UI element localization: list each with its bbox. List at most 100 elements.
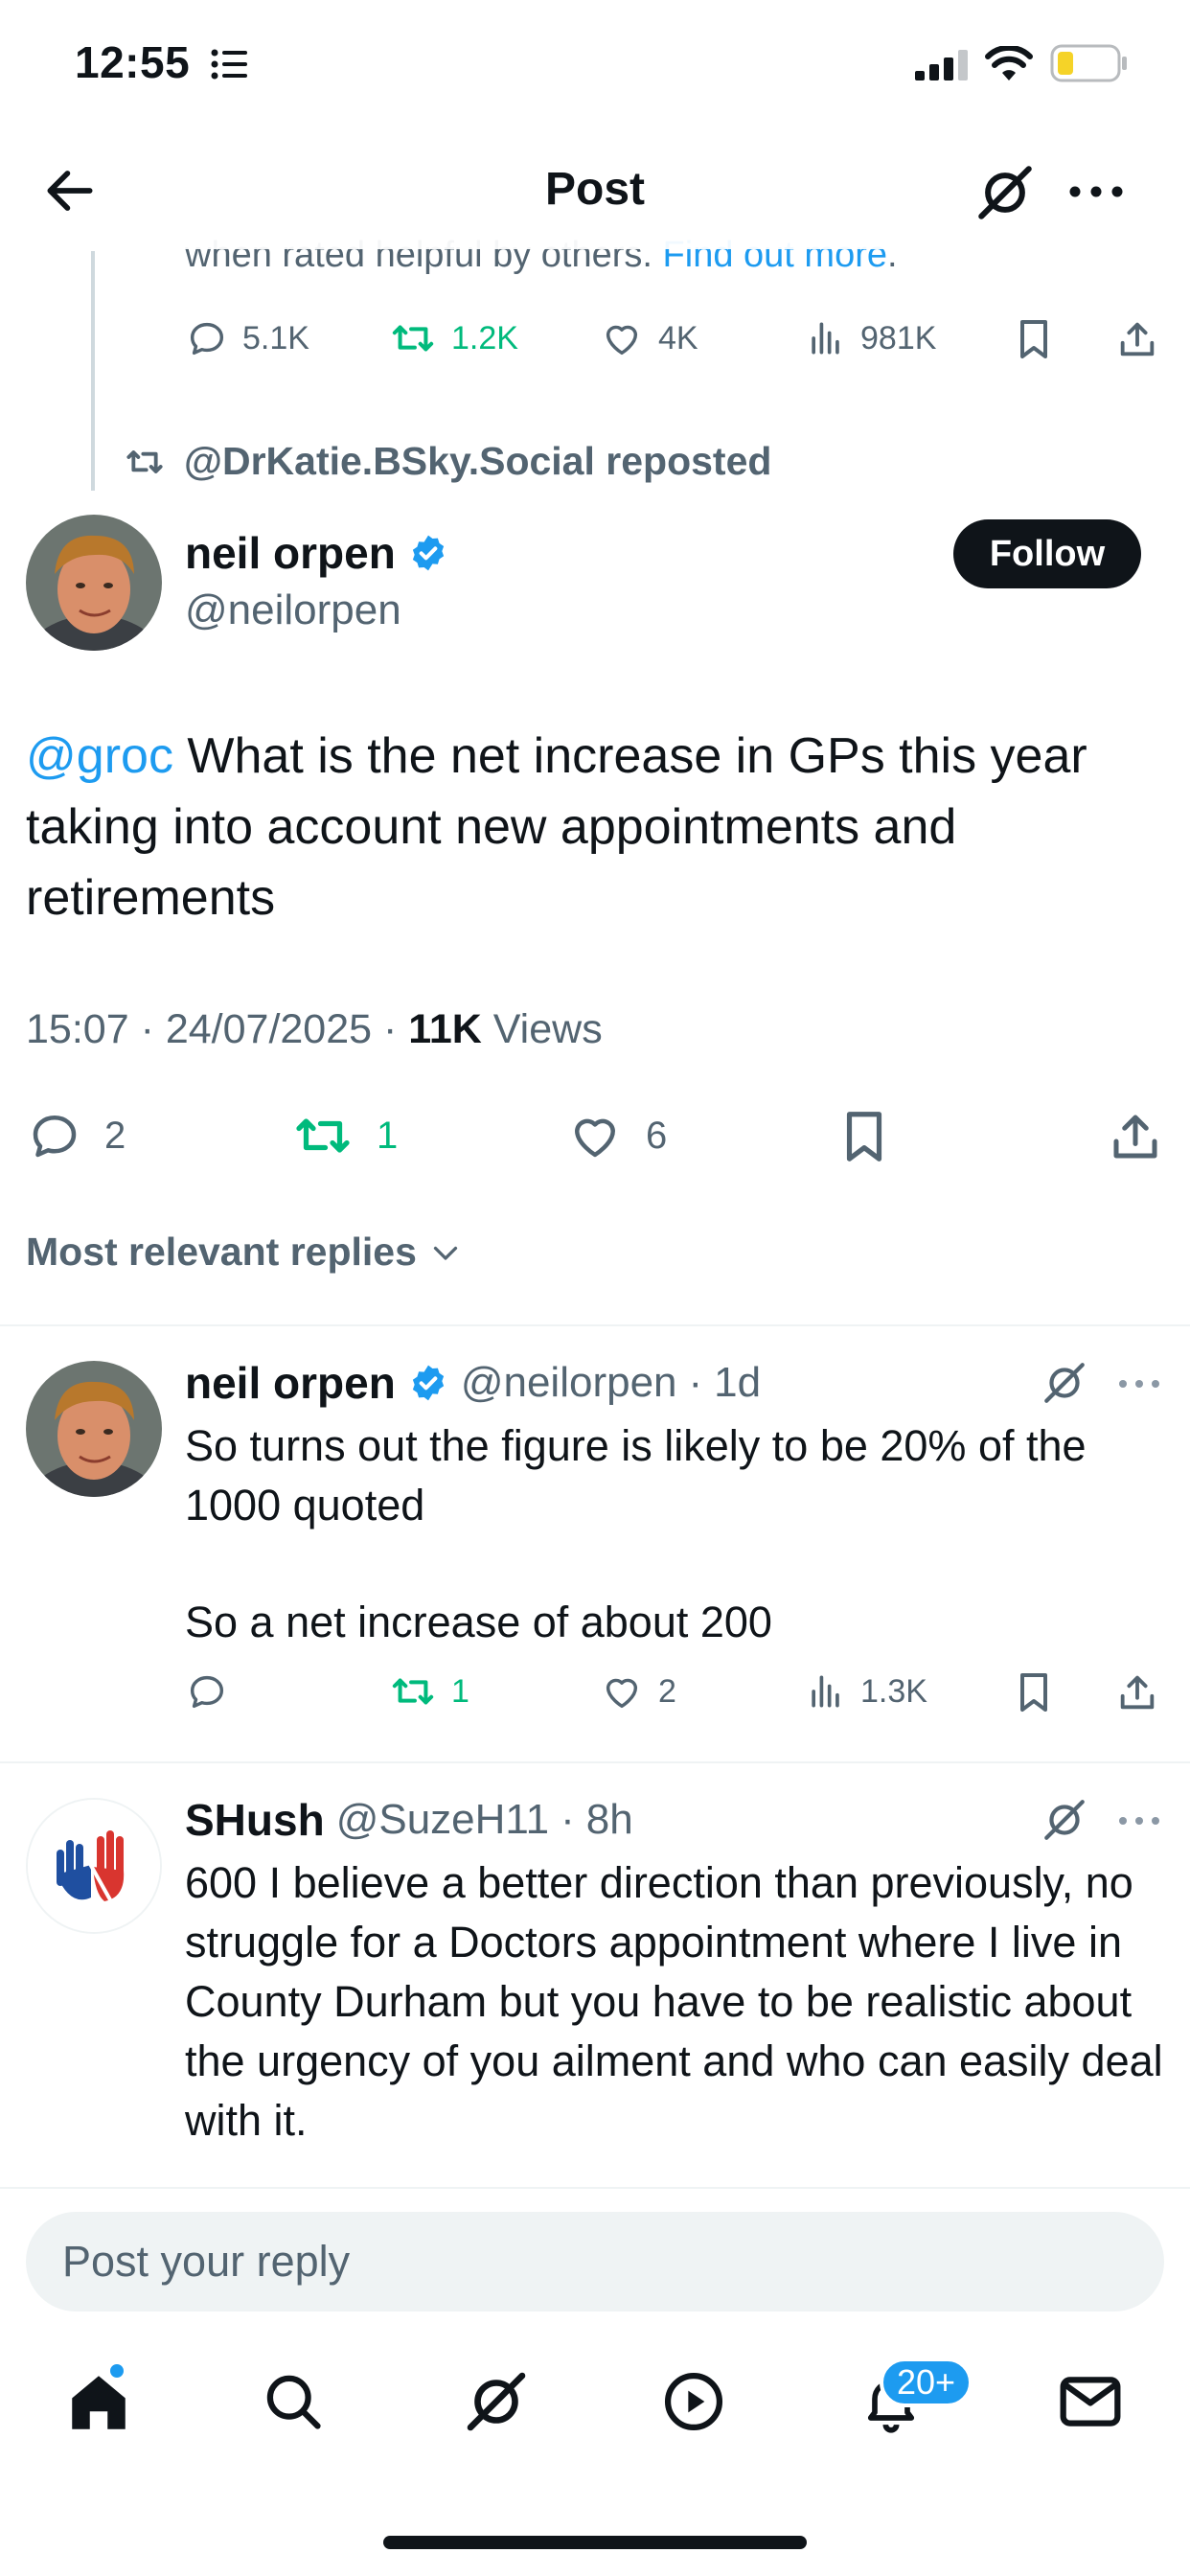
- author-handle[interactable]: @neilorpen: [185, 586, 401, 634]
- more-icon[interactable]: [1117, 1378, 1161, 1390]
- reply-author-handle[interactable]: @neilorpen: [461, 1359, 677, 1407]
- share-button[interactable]: [1115, 1669, 1159, 1715]
- notifications-badge: 20+: [880, 2358, 973, 2407]
- post-meta: 15:07 · 24/07/2025 · 11K Views: [26, 1006, 603, 1053]
- grok-icon[interactable]: [973, 161, 1037, 224]
- grok-icon[interactable]: [1041, 1359, 1088, 1407]
- reply-icon: [26, 1107, 83, 1164]
- avatar[interactable]: [26, 1361, 162, 1497]
- prior-post-actions: 5.1K 1.2K 4K 981K: [0, 316, 1190, 370]
- chevron-down-icon: [428, 1235, 463, 1270]
- bookmark-icon: [838, 1107, 890, 1166]
- reply-text: 600 I believe a better direction than pr…: [185, 1858, 1163, 2145]
- reply-input[interactable]: Post your reply: [26, 2212, 1164, 2312]
- repost-count: 1: [451, 1672, 469, 1710]
- repost-button[interactable]: 1: [388, 1669, 469, 1714]
- meta-separator: ·: [383, 1006, 398, 1052]
- reply-time: 8h: [585, 1796, 633, 1843]
- meta-separator: ·: [688, 1359, 703, 1406]
- views-icon: [805, 316, 847, 360]
- like-count: 6: [646, 1114, 668, 1157]
- more-icon[interactable]: [1067, 184, 1125, 199]
- share-button[interactable]: [1107, 1107, 1164, 1166]
- post-time: 15:07: [26, 1006, 129, 1052]
- bookmark-button[interactable]: [838, 1107, 890, 1166]
- reply-item[interactable]: SHush @SuzeH11 · 8h 600 I believe a bett…: [0, 1763, 1190, 2187]
- home-unread-dot: [107, 2361, 126, 2380]
- post-date: 24/07/2025: [165, 1006, 373, 1052]
- reply-author-name[interactable]: SHush: [185, 1794, 325, 1846]
- verified-badge-icon: [407, 532, 449, 574]
- repost-count: 1: [377, 1114, 399, 1157]
- views-button[interactable]: 1.3K: [805, 1669, 927, 1714]
- share-icon: [1115, 1669, 1159, 1715]
- post-actions: 2 1 6: [0, 1107, 1190, 1164]
- reply-count: 5.1K: [242, 319, 309, 356]
- bookmark-icon: [1014, 316, 1054, 362]
- mention-link[interactable]: @groc: [26, 728, 173, 784]
- author-name[interactable]: neil orpen: [185, 527, 396, 579]
- list-icon: [211, 48, 249, 80]
- avatar[interactable]: [26, 1798, 162, 1934]
- views-icon: [805, 1669, 847, 1714]
- video-icon[interactable]: [661, 2369, 726, 2434]
- search-icon[interactable]: [261, 2369, 326, 2434]
- bookmark-icon: [1014, 1669, 1054, 1715]
- grok-icon[interactable]: [1041, 1796, 1088, 1844]
- reply-icon: [185, 316, 229, 360]
- reply-button[interactable]: 5.1K: [185, 316, 309, 360]
- battery-icon: [1050, 44, 1129, 82]
- wifi-icon: [985, 46, 1033, 82]
- reply-icon: [185, 1669, 229, 1714]
- meta-separator: ·: [140, 1006, 154, 1052]
- reply-header: neil orpen @neilorpen · 1d: [185, 1357, 761, 1409]
- share-icon: [1115, 316, 1159, 362]
- reply-author-name[interactable]: neil orpen: [185, 1357, 396, 1409]
- repost-button[interactable]: 1: [290, 1107, 398, 1164]
- follow-button[interactable]: Follow: [953, 519, 1141, 588]
- avatar[interactable]: [26, 515, 162, 651]
- reply-button[interactable]: 2: [26, 1107, 126, 1164]
- meta-separator: ·: [561, 1796, 575, 1843]
- reply-button[interactable]: [185, 1669, 242, 1714]
- views-count: 1.3K: [860, 1672, 927, 1710]
- repost-icon: [123, 443, 167, 481]
- author-name-row: neil orpen: [185, 527, 449, 579]
- bookmark-button[interactable]: [1014, 316, 1054, 362]
- post-text: @groc What is the net increase in GPs th…: [26, 721, 1156, 933]
- reply-actions: 1 2 1.3K: [0, 1669, 1190, 1723]
- bookmark-button[interactable]: [1014, 1669, 1054, 1715]
- views-count: 11K: [408, 1006, 482, 1052]
- reply-count: 2: [104, 1114, 126, 1157]
- verified-badge-icon: [407, 1362, 449, 1404]
- reply-time: 1d: [714, 1359, 762, 1406]
- like-button[interactable]: 6: [565, 1107, 667, 1164]
- more-icon[interactable]: [1117, 1815, 1161, 1827]
- repost-text[interactable]: @DrKatie.BSky.Social reposted: [184, 439, 771, 484]
- thread-line: [91, 251, 95, 491]
- reply-author-handle[interactable]: @SuzeH11: [336, 1796, 549, 1844]
- sort-label: Most relevant replies: [26, 1230, 417, 1274]
- status-time: 12:55: [75, 37, 191, 87]
- repost-button[interactable]: 1.2K: [388, 316, 518, 360]
- signal-icon: [915, 50, 969, 80]
- status-bar: 12:55: [0, 0, 1190, 134]
- reply-item[interactable]: neil orpen @neilorpen · 1d So turns out …: [0, 1326, 1190, 1761]
- repost-icon: [388, 316, 438, 360]
- repost-icon: [388, 1669, 438, 1714]
- repost-icon: [290, 1107, 355, 1164]
- share-button[interactable]: [1115, 316, 1159, 362]
- like-button[interactable]: 2: [599, 1669, 676, 1714]
- reply-text: So turns out the figure is likely to be …: [185, 1421, 1087, 1530]
- share-icon: [1107, 1107, 1164, 1166]
- like-button[interactable]: 4K: [599, 316, 698, 360]
- grok-icon[interactable]: [462, 2367, 531, 2436]
- reply-sort-dropdown[interactable]: Most relevant replies: [26, 1230, 463, 1275]
- views-button[interactable]: 981K: [805, 316, 936, 360]
- home-indicator: [383, 2536, 807, 2549]
- repost-indicator: @DrKatie.BSky.Social reposted: [123, 439, 771, 484]
- heart-icon: [599, 1669, 645, 1714]
- heart-icon: [565, 1107, 625, 1164]
- messages-icon[interactable]: [1058, 2373, 1123, 2430]
- like-count: 4K: [658, 319, 698, 356]
